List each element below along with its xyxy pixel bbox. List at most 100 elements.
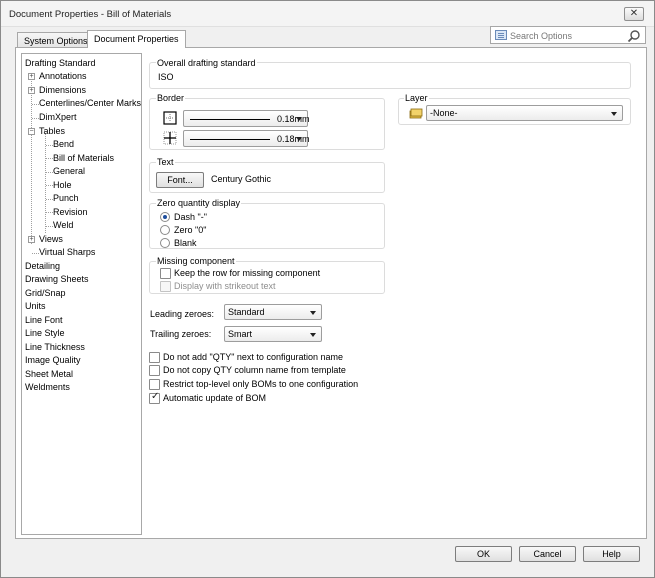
tree-item-bill-of-materials[interactable]: Bill of Materials <box>53 152 114 165</box>
border-outer-icon <box>163 111 177 125</box>
chevron-down-icon <box>310 333 316 337</box>
tree-item-hole[interactable]: Hole <box>53 179 72 192</box>
close-icon: ✕ <box>629 8 639 19</box>
zero-qty-zero-radio[interactable] <box>160 225 170 235</box>
no-copy-checkbox[interactable] <box>149 365 160 376</box>
overall-standard-label: Overall drafting standard <box>156 58 257 68</box>
zero-qty-blank-radio[interactable] <box>160 238 170 248</box>
title-bar: Document Properties - Bill of Materials … <box>1 1 654 27</box>
tree-item-image-quality[interactable]: Image Quality <box>25 354 81 367</box>
tree-item-tables[interactable]: Tables <box>39 125 65 138</box>
keep-row-checkbox[interactable] <box>160 268 171 279</box>
font-button[interactable]: Font... <box>156 172 204 188</box>
expand-icon[interactable]: + <box>28 73 35 80</box>
leading-zeroes-label: Leading zeroes: <box>150 309 215 319</box>
layer-dropdown[interactable]: -None- <box>426 105 623 121</box>
tree-item-dimxpert[interactable]: DimXpert <box>39 111 77 124</box>
tree-connector <box>46 145 53 146</box>
document-properties-dialog: Document Properties - Bill of Materials … <box>0 0 655 578</box>
tree-item-revision[interactable]: Revision <box>53 206 88 219</box>
close-button[interactable]: ✕ <box>624 7 644 21</box>
no-qty-label: Do not add "QTY" next to configuration n… <box>163 352 343 362</box>
strikeout-label: Display with strikeout text <box>174 281 276 291</box>
text-label: Text <box>156 157 175 167</box>
strikeout-checkbox[interactable] <box>160 281 171 292</box>
tree-item-sheet-metal[interactable]: Sheet Metal <box>25 368 73 381</box>
tree-item-grid-snap[interactable]: Grid/Snap <box>25 287 66 300</box>
tree-item-line-font[interactable]: Line Font <box>25 314 63 327</box>
ok-button[interactable]: OK <box>455 546 512 562</box>
auto-update-checkbox[interactable]: ✓ <box>149 391 160 404</box>
tree-connector <box>45 133 46 233</box>
tree-item-dimensions[interactable]: Dimensions <box>39 84 86 97</box>
tree-item-units[interactable]: Units <box>25 300 46 313</box>
tree-connector <box>32 104 39 105</box>
tab-system-options-label: System Options <box>24 36 88 46</box>
auto-update-label: Automatic update of BOM <box>163 393 267 403</box>
border-thickness-dropdown-1[interactable]: 0.18mm <box>183 110 310 127</box>
tree-item-drafting-standard[interactable]: Drafting Standard <box>25 57 96 70</box>
search-options-icon <box>495 30 507 40</box>
trailing-zeroes-value: Smart <box>228 329 253 339</box>
tree-connector <box>32 118 39 119</box>
tree-item-punch[interactable]: Punch <box>53 192 79 205</box>
trailing-zeroes-dropdown[interactable]: Smart <box>224 326 322 342</box>
tree-item-annotations[interactable]: Annotations <box>39 70 87 83</box>
no-copy-label: Do not copy QTY column name from templat… <box>163 365 346 375</box>
tree-connector <box>32 253 39 254</box>
tab-document-properties[interactable]: Document Properties <box>87 30 186 48</box>
tree-connector <box>46 199 53 200</box>
leading-zeroes-dropdown[interactable]: Standard <box>224 304 322 320</box>
cancel-button[interactable]: Cancel <box>519 546 576 562</box>
tree-item-weld[interactable]: Weld <box>53 219 73 232</box>
zero-qty-dash-label: Dash "-" <box>174 212 207 222</box>
tree-item-bend[interactable]: Bend <box>53 138 74 151</box>
tree-item-line-thickness[interactable]: Line Thickness <box>25 341 85 354</box>
border-label: Border <box>156 93 186 103</box>
chevron-down-icon <box>611 112 617 116</box>
tree-item-views[interactable]: Views <box>39 233 63 246</box>
restrict-checkbox[interactable] <box>149 379 160 390</box>
missing-component-label: Missing component <box>156 256 236 266</box>
tree-item-weldments[interactable]: Weldments <box>25 381 70 394</box>
tree-item-centerlines[interactable]: Centerlines/Center Marks <box>39 97 141 110</box>
border-thickness-value-1: 0.18mm <box>277 114 310 124</box>
tree-item-virtual-sharps[interactable]: Virtual Sharps <box>39 246 95 259</box>
expand-icon[interactable]: + <box>28 87 35 94</box>
zero-qty-blank-label: Blank <box>174 238 197 248</box>
tree-item-drawing-sheets[interactable]: Drawing Sheets <box>25 273 89 286</box>
search-input[interactable]: Search Options <box>490 26 646 44</box>
collapse-icon[interactable]: − <box>28 128 35 135</box>
expand-icon[interactable]: + <box>28 236 35 243</box>
keep-row-label: Keep the row for missing component <box>174 268 321 278</box>
tree-connector <box>46 158 53 159</box>
tree-connector <box>46 172 53 173</box>
tree-item-general[interactable]: General <box>53 165 85 178</box>
overall-standard-value: ISO <box>158 72 174 82</box>
layer-icon <box>409 108 423 119</box>
help-button[interactable]: Help <box>583 546 640 562</box>
chevron-down-icon <box>296 117 302 121</box>
zero-qty-dash-radio[interactable] <box>160 212 170 222</box>
document-properties-panel: Drafting Standard + Annotations + Dimens… <box>15 47 647 539</box>
chevron-down-icon <box>310 311 316 315</box>
no-qty-checkbox[interactable] <box>149 352 160 363</box>
chevron-down-icon <box>296 137 302 141</box>
restrict-label: Restrict top-level only BOMs to one conf… <box>163 379 359 389</box>
border-inner-icon <box>163 131 177 145</box>
tree-connector <box>46 226 53 227</box>
line-sample <box>190 139 270 140</box>
border-thickness-dropdown-2[interactable]: 0.18mm <box>183 130 310 147</box>
tree-item-detailing[interactable]: Detailing <box>25 260 60 273</box>
layer-label: Layer <box>404 93 429 103</box>
border-thickness-value-2: 0.18mm <box>277 134 310 144</box>
tree-connector <box>46 212 53 213</box>
checkmark-icon: ✓ <box>151 391 160 402</box>
search-placeholder: Search Options <box>510 31 573 41</box>
tree-connector <box>46 185 53 186</box>
font-name: Century Gothic <box>211 174 272 184</box>
window-title: Document Properties - Bill of Materials <box>9 9 172 20</box>
search-icon[interactable] <box>627 29 641 43</box>
options-tree: Drafting Standard + Annotations + Dimens… <box>21 53 142 535</box>
tree-item-line-style[interactable]: Line Style <box>25 327 65 340</box>
